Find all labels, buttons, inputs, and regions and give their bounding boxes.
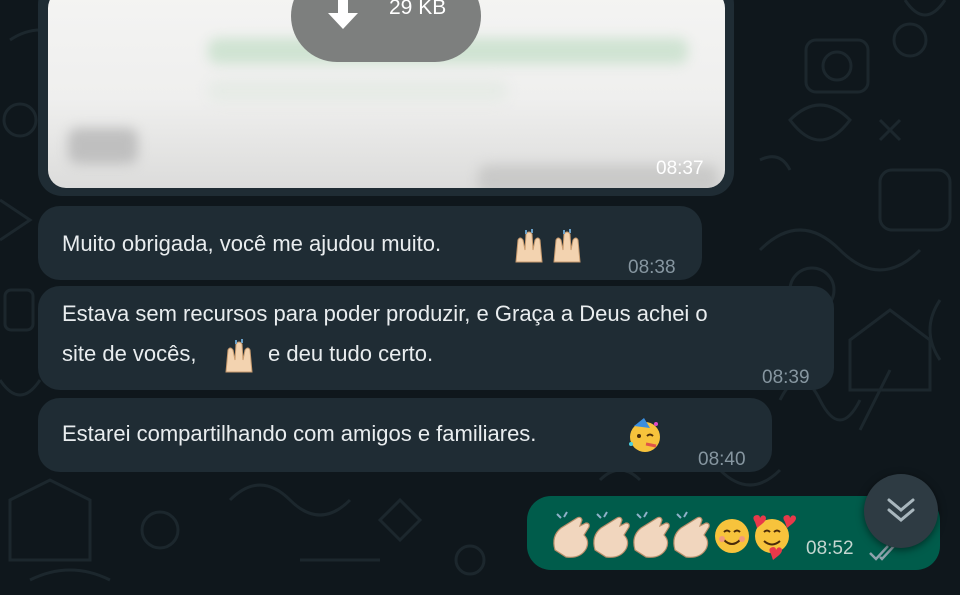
message-text-line2-start: site de vocês,	[62, 341, 197, 366]
message-text: Muito obrigada, você me ajudou muito.	[62, 231, 442, 256]
message-text-line2-end: e deu tudo certo.	[268, 341, 434, 366]
attachment-size: 29 KB	[389, 0, 447, 19]
smiling-face-icon	[715, 519, 749, 553]
scroll-to-bottom-button[interactable]	[864, 474, 938, 548]
message-bubble[interactable]: Estarei compartilhando com amigos e fami…	[38, 398, 772, 472]
outgoing-message-time: 08:52	[806, 538, 854, 559]
clapping-hands-icon	[593, 516, 630, 558]
message-bubble[interactable]: Muito obrigada, você me ajudou muito. 08…	[38, 206, 702, 280]
raised-hands-icon	[225, 339, 253, 373]
download-arrow-icon	[328, 0, 358, 29]
raised-hands-icon	[515, 229, 581, 263]
clapping-hands-emoji-row	[553, 511, 796, 560]
message-time: 08:39	[762, 367, 810, 388]
clapping-hands-icon	[553, 516, 590, 558]
message-bubble[interactable]: Estava sem recursos para poder produzir,…	[38, 286, 834, 390]
message-time: 08:38	[628, 257, 676, 278]
attachment-time: 08:37	[656, 158, 704, 179]
download-button[interactable]: 29 KB	[291, 0, 481, 62]
smiling-face-with-hearts-icon	[753, 515, 796, 560]
partying-face-icon	[629, 418, 660, 452]
message-time: 08:40	[698, 449, 746, 470]
double-chevron-down-icon	[887, 498, 915, 522]
message-text: Estarei compartilhando com amigos e fami…	[62, 421, 537, 446]
clapping-hands-icon	[673, 516, 710, 558]
clapping-hands-icon	[633, 516, 670, 558]
message-text-line1: Estava sem recursos para poder produzir,…	[62, 301, 708, 326]
